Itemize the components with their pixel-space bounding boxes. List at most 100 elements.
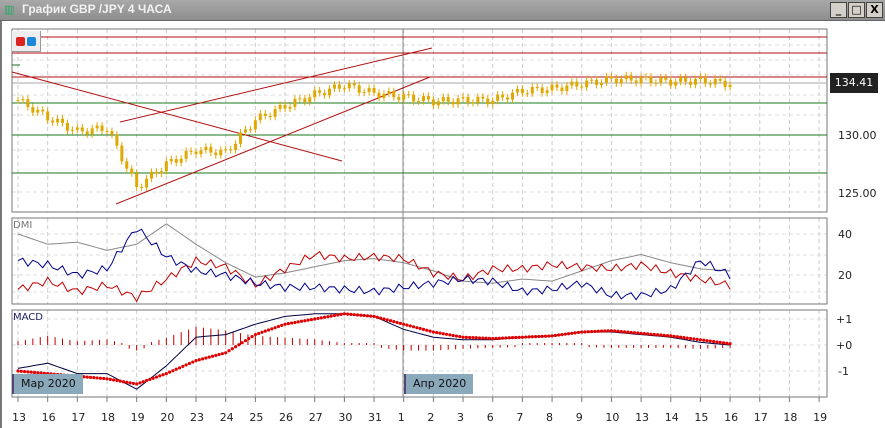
candle-body xyxy=(501,94,505,98)
price-panel xyxy=(11,28,828,213)
signal-dot xyxy=(705,339,709,343)
signal-dot xyxy=(520,335,524,339)
candle-body xyxy=(253,120,257,130)
candle-body xyxy=(619,79,623,84)
candle-body xyxy=(308,97,312,103)
signal-dot xyxy=(560,333,564,337)
candle-body xyxy=(708,83,712,85)
signal-dot xyxy=(679,335,683,339)
candle-body xyxy=(402,94,406,100)
signal-dot xyxy=(688,336,693,341)
signal-dot xyxy=(721,341,726,345)
candle-body xyxy=(224,149,228,151)
color-toggle-buttons[interactable] xyxy=(12,31,41,52)
signal-dot xyxy=(171,369,175,373)
signal-dot xyxy=(260,330,264,334)
signal-dot xyxy=(168,370,172,374)
signal-dot xyxy=(177,366,182,370)
signal-dot xyxy=(527,335,531,339)
candle-body xyxy=(352,83,356,86)
candle-body xyxy=(550,84,554,91)
signal-dot xyxy=(451,333,455,338)
x-tick-label: 10 xyxy=(605,411,619,424)
signal-dot xyxy=(537,334,541,339)
red-square-icon[interactable] xyxy=(16,37,25,46)
candle-body xyxy=(580,86,584,88)
candle-body xyxy=(609,76,613,79)
signal-dot xyxy=(408,324,412,328)
candle-body xyxy=(456,98,460,105)
signal-dot xyxy=(619,329,623,334)
blue-square-icon[interactable] xyxy=(27,37,36,46)
candle-body xyxy=(357,85,361,93)
signal-dot xyxy=(646,332,650,336)
signal-dot xyxy=(283,322,287,326)
candle-body xyxy=(31,107,35,113)
candle-body xyxy=(303,98,307,103)
signal-dot xyxy=(474,336,478,340)
candle-body xyxy=(481,96,485,99)
signal-dot xyxy=(570,331,574,335)
signal-dot xyxy=(138,381,142,385)
candle-body xyxy=(392,91,396,98)
signal-dot xyxy=(247,337,251,341)
candle-body xyxy=(540,87,544,94)
x-tick-label: 3 xyxy=(457,411,464,424)
x-tick-label: 9 xyxy=(576,411,583,424)
candle-body xyxy=(125,161,129,169)
candle-body xyxy=(654,82,658,84)
candle-body xyxy=(515,88,519,93)
signal-dot xyxy=(82,375,86,379)
signal-dot xyxy=(322,315,327,319)
macd-tick: +0 xyxy=(836,339,852,352)
signal-dot xyxy=(596,329,600,333)
signal-dot xyxy=(224,351,228,355)
candle-body xyxy=(328,88,332,96)
dmi-tick: 40 xyxy=(838,228,852,241)
signal-dot xyxy=(655,333,660,337)
signal-dot xyxy=(125,380,129,384)
signal-dot xyxy=(128,381,132,385)
signal-dot xyxy=(662,333,666,337)
signal-dot xyxy=(112,378,116,382)
candle-body xyxy=(560,87,564,92)
signal-dot xyxy=(148,377,152,381)
candle-body xyxy=(575,81,579,87)
signal-dot xyxy=(609,329,614,333)
signal-dot xyxy=(402,322,406,326)
signal-dot xyxy=(309,317,314,322)
signal-dot xyxy=(428,329,432,333)
candle-body xyxy=(703,77,707,84)
trendlines[interactable] xyxy=(11,47,433,205)
x-tick-label: 6 xyxy=(487,411,494,424)
candle-body xyxy=(120,145,124,162)
signal-dot xyxy=(530,335,534,339)
candle-body xyxy=(426,96,430,100)
candle-body xyxy=(293,98,297,107)
signal-dot xyxy=(557,333,561,337)
chart-canvas[interactable]: 130.00 125.00 40 20 +1 +0 -1 13 16 17 18 19 2… xyxy=(0,0,885,428)
signal-dot xyxy=(728,342,732,346)
signal-dot xyxy=(566,332,571,336)
signal-dot xyxy=(718,340,722,344)
signal-dot xyxy=(98,376,103,380)
signal-dot xyxy=(580,330,584,334)
candle-body xyxy=(100,125,104,131)
current-price-tag: 134.41 xyxy=(830,73,878,93)
x-tick-label: 13 xyxy=(12,411,26,424)
x-tick-label: 16 xyxy=(724,411,738,424)
candle-body xyxy=(342,88,346,90)
signal-dot xyxy=(342,312,346,316)
candle-body xyxy=(65,122,69,131)
signal-dot xyxy=(273,326,277,330)
candle-body xyxy=(639,77,643,83)
candle-body xyxy=(496,94,500,101)
candle-body xyxy=(318,90,322,93)
candle-body xyxy=(199,150,203,155)
signal-dot xyxy=(675,335,679,339)
signal-dot xyxy=(550,334,554,338)
dmi-panel xyxy=(11,217,828,305)
signal-dot xyxy=(431,330,435,334)
signal-dot xyxy=(286,322,290,326)
signal-dot xyxy=(626,330,630,334)
